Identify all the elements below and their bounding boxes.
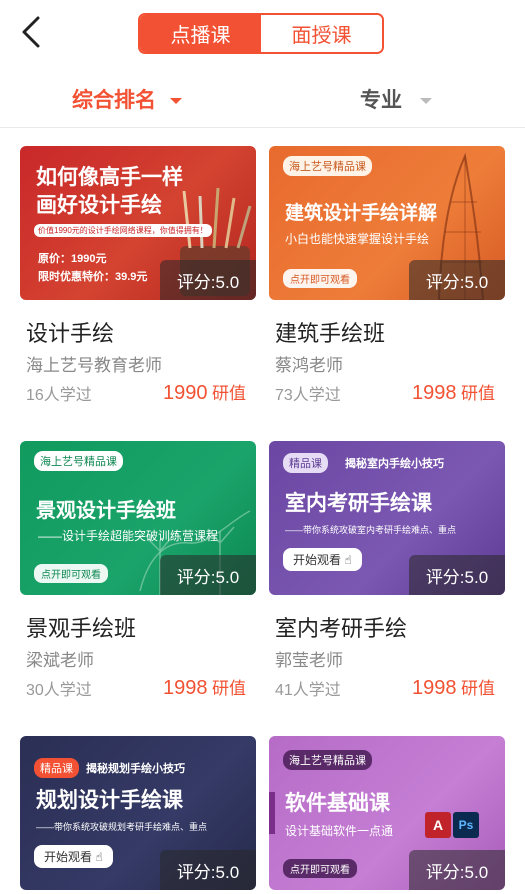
thumb-pill: 点开即可观看 <box>283 859 357 878</box>
thumb-subtitle: 小白也能快速掌握设计手绘 <box>285 232 430 246</box>
course-card[interactable]: 海上艺号精品课 软件基础课 设计基础软件一点通 A Ps 点开即可观看 评分:5… <box>269 736 505 890</box>
thumb-heading: 软件基础课 <box>285 792 390 815</box>
hand-pointer-icon: ☝ <box>344 553 352 567</box>
course-price: 1990 研值 <box>163 379 246 405</box>
course-card[interactable]: 精品课 揭秘室内手绘小技巧 室内考研手绘课 ——带你系统攻破室内考研手绘难点、重… <box>269 441 505 711</box>
course-title: 室内考研手绘 <box>275 616 408 641</box>
course-title: 设计手绘 <box>26 321 115 346</box>
course-card[interactable]: 精品课 揭秘规划手绘小技巧 规划设计手绘课 ——带你系统攻破规划考研手绘难点、重… <box>20 736 256 890</box>
sort-dropdown[interactable]: 综合排名 <box>72 84 182 114</box>
course-thumbnail: 海上艺号精品课 软件基础课 设计基础软件一点通 A Ps 点开即可观看 评分:5… <box>269 736 505 890</box>
score-badge: 评分:5.0 <box>160 555 256 595</box>
accent-bar <box>269 792 275 834</box>
course-learners: 30人学过 <box>26 682 92 699</box>
tab-on-demand[interactable]: 点播课 <box>140 15 261 52</box>
thumb-heading: 建筑设计手绘详解 <box>285 203 438 224</box>
thumb-pill: 点开即可观看 <box>34 564 108 583</box>
thumb-subtitle: ——带你系统攻破室内考研手绘难点、重点 <box>285 525 457 535</box>
thumb-pill: 开始观看 ☝ <box>34 845 113 868</box>
caret-down-icon <box>170 97 182 104</box>
thumb-heading-line2: 画好设计手绘 <box>36 194 162 217</box>
thumb-tag: 海上艺号精品课 <box>283 750 372 770</box>
thumb-promo-price: 限时优惠特价：39.9元 <box>38 271 148 283</box>
thumb-heading: 室内考研手绘课 <box>285 491 432 515</box>
price-value: 1998 <box>163 677 208 699</box>
course-type-switch: 点播课 面授课 <box>138 13 384 54</box>
thumb-tag: 海上艺号精品课 <box>34 451 123 471</box>
thumb-subtitle: 设计基础软件一点通 <box>285 824 394 838</box>
thumb-original-price: 原价：1990元 <box>38 253 107 265</box>
tab-in-person[interactable]: 面授课 <box>261 15 382 52</box>
price-value: 1998 <box>412 677 457 699</box>
thumb-pill: 点开即可观看 <box>283 269 357 288</box>
course-thumbnail: 海上艺号精品课 景观设计手绘班 ——设计手绘超能突破训练营课程 点开即可观看 评… <box>20 441 256 595</box>
back-arrow-icon[interactable] <box>18 14 48 50</box>
course-price: 1998 研值 <box>163 674 246 700</box>
course-thumbnail: 精品课 揭秘室内手绘小技巧 室内考研手绘课 ——带你系统攻破室内考研手绘难点、重… <box>269 441 505 595</box>
course-card[interactable]: 海上艺号精品课 景观设计手绘班 ——设计手绘超能突破训练营课程 点开即可观看 评… <box>20 441 256 711</box>
price-unit: 研值 <box>212 384 246 403</box>
course-price: 1998 研值 <box>412 379 495 405</box>
course-thumbnail: 海上艺号精品课 建筑设计手绘详解 小白也能快速掌握设计手绘 点开即可观看 评分:… <box>269 146 505 300</box>
autocad-icon: A <box>425 812 451 838</box>
filter-bar: 综合排名 专业 <box>0 72 525 128</box>
score-badge: 评分:5.0 <box>409 555 505 595</box>
price-unit: 研值 <box>461 384 495 403</box>
thumb-tag: 精品课 <box>283 453 328 473</box>
thumb-heading: 规划设计手绘课 <box>36 788 183 812</box>
thumb-banner: 价值1990元的设计手绘网络课程，你值得拥有！ <box>34 224 212 237</box>
course-card[interactable]: 海上艺号精品课 建筑设计手绘详解 小白也能快速掌握设计手绘 点开即可观看 评分:… <box>269 146 505 416</box>
course-price: 1998 研值 <box>412 674 495 700</box>
course-card[interactable]: 如何像高手一样 画好设计手绘 价值1990元的设计手绘网络课程，你值得拥有！ 原… <box>20 146 256 416</box>
major-dropdown[interactable]: 专业 <box>360 84 432 114</box>
major-label: 专业 <box>360 89 402 112</box>
top-bar: 点播课 面授课 <box>0 0 525 66</box>
thumb-pill-label: 开始观看 <box>44 850 93 864</box>
course-title: 景观手绘班 <box>26 616 137 641</box>
thumb-tagline: 揭秘规划手绘小技巧 <box>86 763 185 775</box>
price-value: 1990 <box>163 382 208 404</box>
score-badge: 评分:5.0 <box>160 850 256 890</box>
hand-pointer-icon: ☝ <box>95 850 103 864</box>
thumb-subtitle: ——设计手绘超能突破训练营课程 <box>38 529 219 543</box>
course-learners: 16人学过 <box>26 387 92 404</box>
score-badge: 评分:5.0 <box>409 260 505 300</box>
course-thumbnail: 精品课 揭秘规划手绘小技巧 规划设计手绘课 ——带你系统攻破规划考研手绘难点、重… <box>20 736 256 890</box>
thumb-heading-line1: 如何像高手一样 <box>36 166 183 189</box>
course-teacher: 郭莹老师 <box>275 651 343 670</box>
course-learners: 41人学过 <box>275 682 341 699</box>
caret-down-icon <box>420 97 432 104</box>
photoshop-icon: Ps <box>453 812 479 838</box>
score-badge: 评分:5.0 <box>160 260 256 300</box>
course-learners: 73人学过 <box>275 387 341 404</box>
thumb-pill: 开始观看 ☝ <box>283 548 362 571</box>
price-unit: 研值 <box>212 679 246 698</box>
price-value: 1998 <box>412 382 457 404</box>
thumb-subtitle: ——带你系统攻破规划考研手绘难点、重点 <box>36 822 208 832</box>
course-teacher: 梁斌老师 <box>26 651 94 670</box>
thumb-tag: 精品课 <box>34 758 79 778</box>
thumb-tagline: 揭秘室内手绘小技巧 <box>345 458 444 470</box>
thumb-pill-label: 开始观看 <box>293 553 342 567</box>
course-thumbnail: 如何像高手一样 画好设计手绘 价值1990元的设计手绘网络课程，你值得拥有！ 原… <box>20 146 256 300</box>
thumb-heading: 景观设计手绘班 <box>36 500 176 522</box>
course-teacher: 海上艺号教育老师 <box>26 356 162 375</box>
price-unit: 研值 <box>461 679 495 698</box>
thumb-tag: 海上艺号精品课 <box>283 156 372 176</box>
course-title: 建筑手绘班 <box>275 321 386 346</box>
score-badge: 评分:5.0 <box>409 850 505 890</box>
sort-label: 综合排名 <box>72 89 156 112</box>
course-teacher: 蔡鸿老师 <box>275 356 343 375</box>
